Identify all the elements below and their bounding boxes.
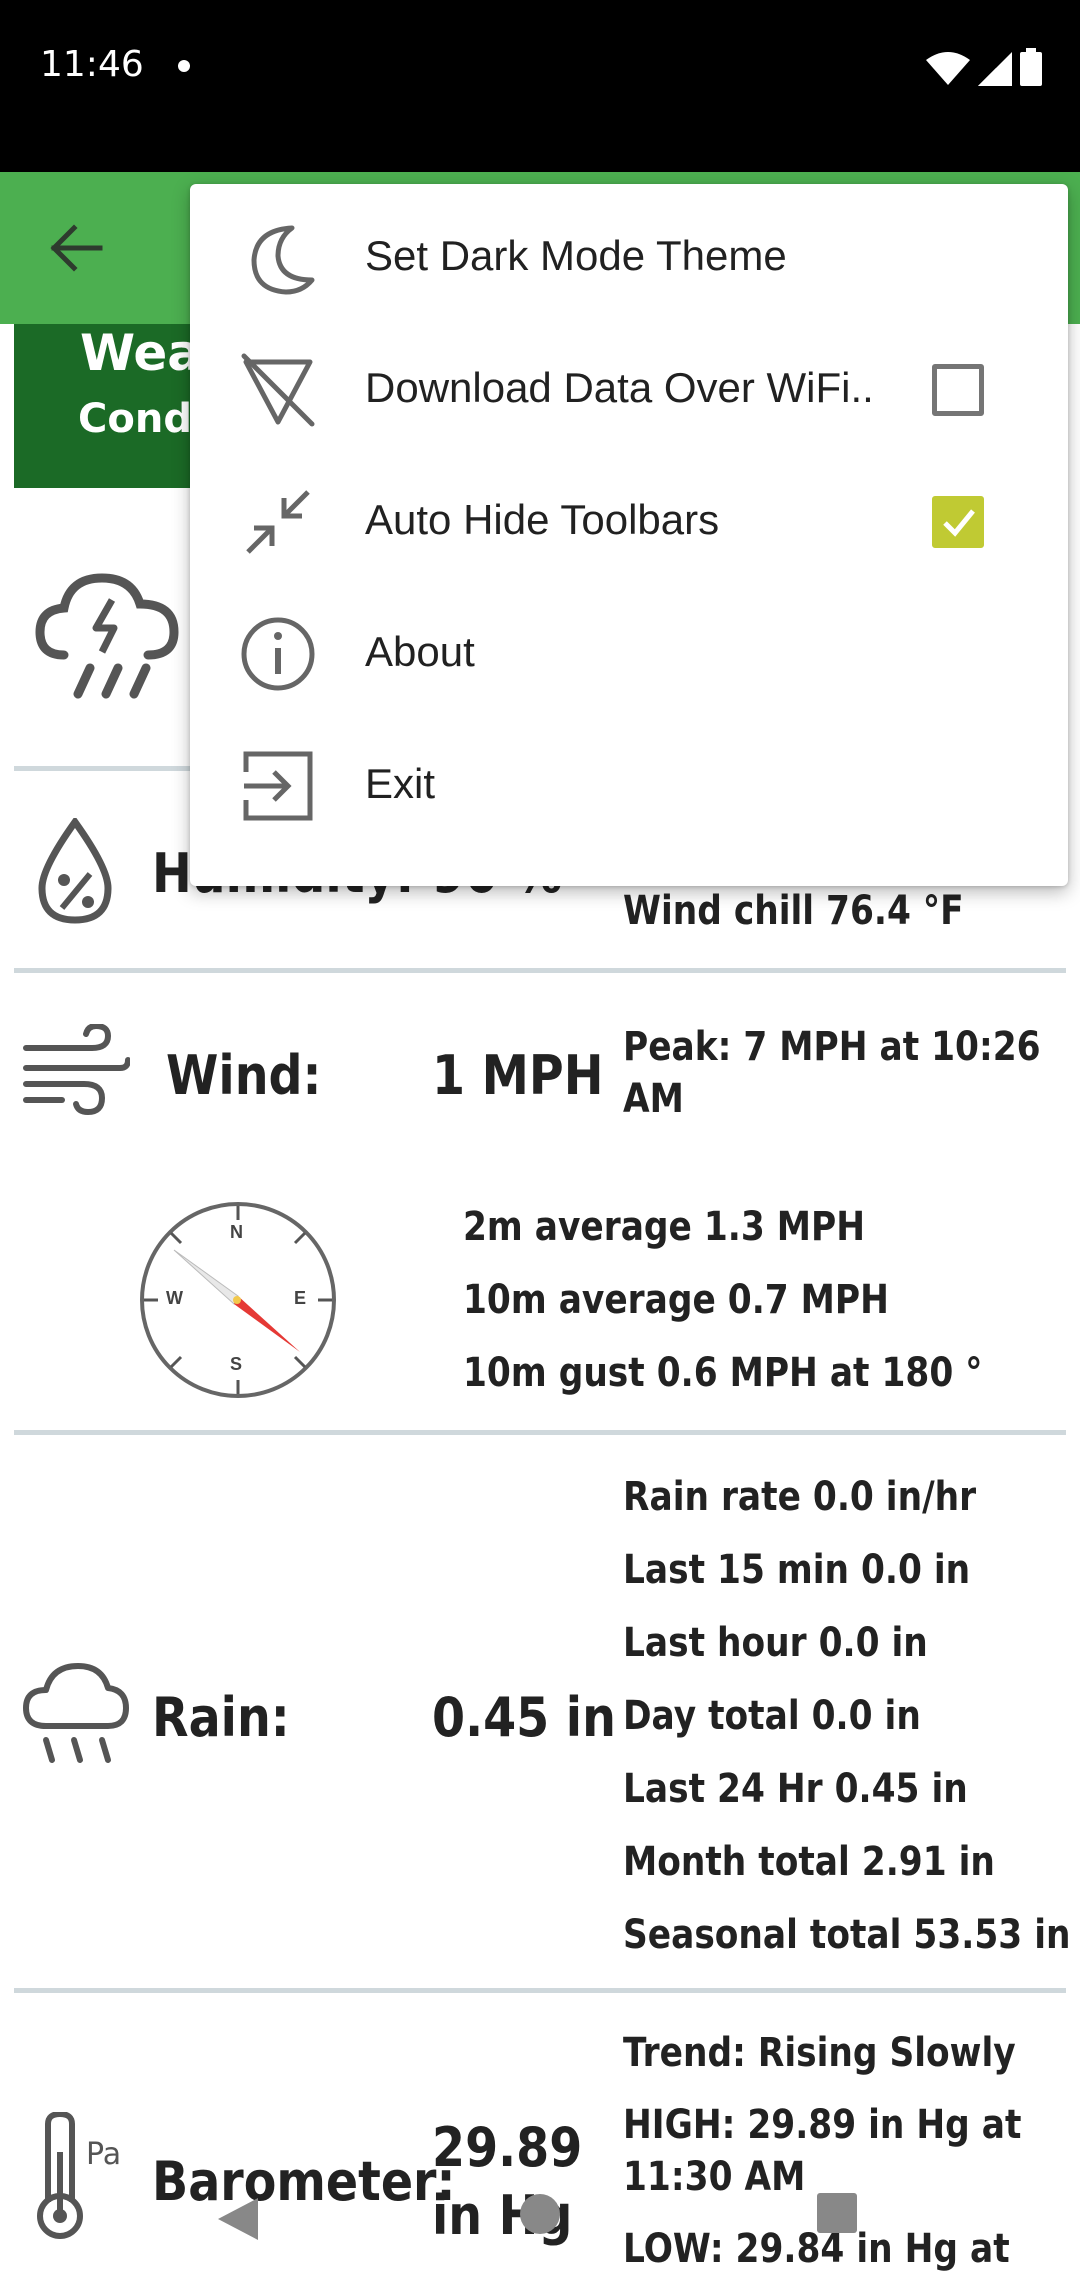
collapse-icon [246, 490, 310, 554]
wind-compass: N E S W [138, 1200, 338, 1400]
nav-recents-icon[interactable] [816, 2192, 858, 2234]
notification-dot-icon [178, 60, 190, 72]
menu-item-about[interactable]: About [190, 588, 1068, 720]
rain-label: Rain: [152, 1686, 290, 1749]
rain-last-24-hr: Last 24 Hr 0.45 in [623, 1766, 968, 1812]
humidity-icon [38, 818, 112, 924]
rain-value: 0.45 in [432, 1686, 616, 1749]
nav-home-icon[interactable] [518, 2192, 562, 2236]
wind-10m-average: 10m average 0.7 MPH [463, 1277, 889, 1323]
divider [14, 1430, 1066, 1435]
overflow-menu: Set Dark Mode Theme Download Data Over W… [190, 184, 1068, 886]
info-icon [241, 617, 315, 691]
signal-icon [978, 52, 1012, 86]
barometer-unit-text: Pa [86, 2137, 121, 2172]
back-arrow-icon[interactable] [40, 216, 112, 280]
menu-item-dark-mode[interactable]: Set Dark Mode Theme [190, 192, 1068, 324]
battery-icon [1020, 48, 1042, 86]
wind-value: 1 MPH [432, 1044, 604, 1107]
status-bar: 11:46 [0, 0, 1080, 172]
wifi-icon [926, 52, 970, 85]
download-wifi-checkbox[interactable] [932, 364, 984, 416]
moon-icon [251, 225, 315, 295]
wind-icon [23, 1024, 130, 1116]
compass-north: N [230, 1222, 243, 1242]
menu-item-auto-hide-toolbars[interactable]: Auto Hide Toolbars [190, 456, 1068, 588]
menu-label-download-wifi: Download Data Over WiFi.. [365, 364, 874, 411]
navigation-bar [0, 2170, 1080, 2280]
menu-label-dark-mode: Set Dark Mode Theme [365, 232, 787, 279]
rain-day-total: Day total 0.0 in [623, 1693, 921, 1739]
rain-seasonal-total: Seasonal total 53.53 in [623, 1912, 1071, 1958]
rain-icon [23, 1663, 129, 1763]
barometer-trend: Trend: Rising Slowly [623, 2030, 1016, 2076]
checkmark-icon [943, 509, 975, 537]
wind-10m-gust: 10m gust 0.6 MPH at 180 ° [463, 1350, 983, 1396]
auto-hide-toolbars-checkbox[interactable] [932, 496, 984, 548]
wind-chill: Wind chill 76.4 °F [623, 888, 964, 934]
compass-south: S [230, 1354, 243, 1374]
menu-label-auto-hide-toolbars: Auto Hide Toolbars [365, 496, 720, 543]
wind-peak-time: AM [623, 1076, 684, 1122]
wifi-off-icon [241, 353, 315, 427]
status-icons [926, 48, 1042, 86]
divider [14, 968, 1066, 973]
wind-label: Wind: [166, 1044, 322, 1107]
wind-2m-average: 2m average 1.3 MPH [463, 1204, 865, 1250]
thunderstorm-icon [35, 573, 179, 699]
status-time: 11:46 [40, 44, 144, 85]
nav-back-icon[interactable] [214, 2196, 260, 2242]
barometer-high: HIGH: 29.89 in Hg at [623, 2102, 1022, 2148]
divider [14, 1988, 1066, 1993]
compass-east: E [294, 1288, 307, 1308]
exit-icon [243, 751, 313, 821]
menu-item-download-wifi[interactable]: Download Data Over WiFi.. [190, 324, 1068, 456]
rain-last-hour: Last hour 0.0 in [623, 1620, 928, 1666]
wind-peak: Peak: 7 MPH at 10:26 [623, 1024, 1041, 1070]
rain-month-total: Month total 2.91 in [623, 1839, 995, 1885]
compass-west: W [166, 1288, 183, 1308]
rain-last-15-min: Last 15 min 0.0 in [623, 1547, 971, 1593]
menu-item-exit[interactable]: Exit [190, 720, 1068, 852]
menu-label-about: About [365, 628, 475, 675]
menu-label-exit: Exit [365, 760, 436, 807]
rain-rate: Rain rate 0.0 in/hr [623, 1474, 977, 1520]
